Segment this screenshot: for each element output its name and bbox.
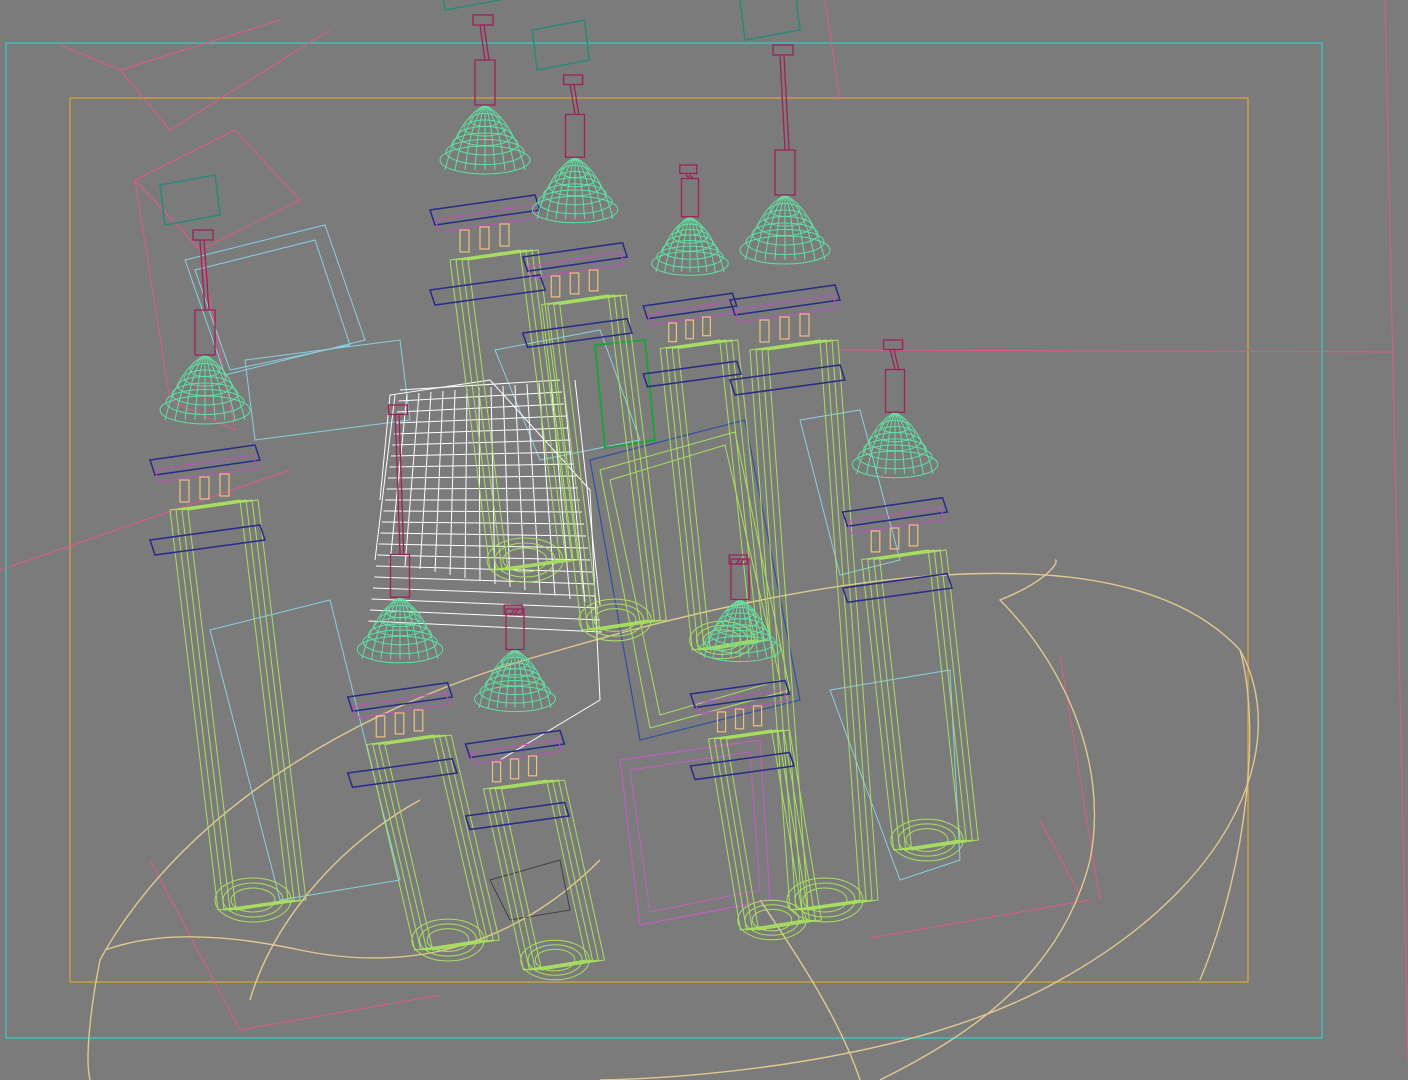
tower-center-right-dome <box>739 194 831 265</box>
tower-center-left-flag <box>442 0 501 11</box>
safe-frame-outer <box>5 42 1323 1039</box>
tower-center-flag <box>531 19 591 71</box>
tower-front-right-spire <box>728 554 750 601</box>
tower-left-back-flag <box>159 174 221 226</box>
tower-center-left-spire <box>472 14 496 106</box>
3d-viewport[interactable] <box>0 0 1408 1080</box>
tower-center-small-dome <box>651 216 729 276</box>
tower-right-dome <box>851 411 939 479</box>
tower-front-left-dome <box>356 596 444 664</box>
towers-group <box>149 0 979 981</box>
tower-right <box>841 339 979 862</box>
tower-center-small-spire <box>679 164 700 218</box>
tower-center-right-flag <box>739 0 801 41</box>
tower-front-center <box>464 604 606 981</box>
tower-right-spire <box>882 339 906 413</box>
tower-center-spire <box>562 74 586 158</box>
tower-center-dome <box>531 156 619 224</box>
tower-center <box>521 19 667 642</box>
safe-frame-inner <box>69 97 1249 983</box>
tower-center-right-spire <box>772 44 796 196</box>
tower-left-back-dome <box>159 354 251 425</box>
tower-front-center-dome <box>474 649 556 713</box>
tower-center-left-dome <box>439 104 531 175</box>
wireframe-castle-scene[interactable] <box>0 0 1408 1080</box>
terrain-spline <box>87 559 1259 1080</box>
